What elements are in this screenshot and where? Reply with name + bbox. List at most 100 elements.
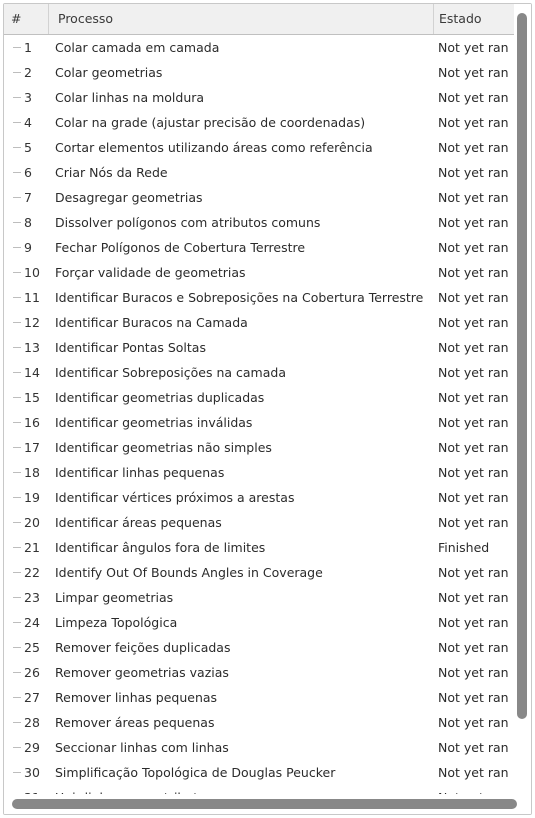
- table-row[interactable]: 22 Identify Out Of Bounds Angles in Cover…: [4, 560, 514, 585]
- table-row[interactable]: 3 Colar linhas na moldura Not yet ran: [4, 85, 514, 110]
- row-number: 6: [24, 165, 32, 180]
- table-row[interactable]: 4 Colar na grade (ajustar precisão de coo…: [4, 110, 514, 135]
- table-row[interactable]: 30 Simplificação Topológica de Douglas Pe…: [4, 760, 514, 785]
- table-row[interactable]: 9 Fechar Polígonos de Cobertura Terrestre…: [4, 235, 514, 260]
- row-process-name: Identificar geometrias inválidas: [55, 415, 253, 430]
- tree-branch-line: [13, 597, 21, 598]
- process-tree-view[interactable]: # Processo Estado 1 Colar camada em camad…: [4, 4, 531, 814]
- row-status: Not yet ran: [438, 440, 509, 455]
- table-row[interactable]: 16 Identificar geometrias inválidas Not ye…: [4, 410, 514, 435]
- table-row[interactable]: 12 Identificar Buracos na Camada Not yet r…: [4, 310, 514, 335]
- tree-branch-line: [13, 147, 21, 148]
- row-process-name: Desagregar geometrias: [55, 190, 203, 205]
- table-row[interactable]: 26 Remover geometrias vazias Not yet ran: [4, 660, 514, 685]
- table-row[interactable]: 14 Identificar Sobreposições na camada Not…: [4, 360, 514, 385]
- row-status: Not yet ran: [438, 215, 509, 230]
- horizontal-scrollbar-thumb[interactable]: [12, 799, 517, 809]
- table-row[interactable]: 27 Remover linhas pequenas Not yet ran: [4, 685, 514, 710]
- row-number: 25: [24, 640, 40, 655]
- horizontal-scrollbar[interactable]: [4, 795, 531, 814]
- tree-branch-line: [13, 697, 21, 698]
- table-row[interactable]: 2 Colar geometrias Not yet ran: [4, 60, 514, 85]
- row-number: 2: [24, 65, 32, 80]
- row-process-name: Identificar linhas pequenas: [55, 465, 225, 480]
- tree-branch-line: [13, 72, 21, 73]
- row-number: 14: [24, 365, 40, 380]
- table-row[interactable]: 15 Identificar geometrias duplicadas Not y…: [4, 385, 514, 410]
- tree-branch-line: [13, 322, 21, 323]
- row-status: Not yet ran: [438, 640, 509, 655]
- table-row[interactable]: 29 Seccionar linhas com linhas Not yet ran: [4, 735, 514, 760]
- table-row[interactable]: 13 Identificar Pontas Soltas Not yet ran: [4, 335, 514, 360]
- row-number: 17: [24, 440, 40, 455]
- row-number: 24: [24, 615, 40, 630]
- vertical-scrollbar[interactable]: [514, 4, 531, 814]
- row-process-name: Cortar elementos utilizando áreas como r…: [55, 140, 373, 155]
- row-status: Not yet ran: [438, 715, 509, 730]
- table-row[interactable]: 18 Identificar linhas pequenas Not yet ran: [4, 460, 514, 485]
- table-row[interactable]: 1 Colar camada em camada Not yet ran: [4, 35, 514, 60]
- table-row[interactable]: 28 Remover áreas pequenas Not yet ran: [4, 710, 514, 735]
- row-status: Not yet ran: [438, 515, 509, 530]
- table-row[interactable]: 17 Identificar geometrias não simples Not …: [4, 435, 514, 460]
- row-number: 23: [24, 590, 40, 605]
- table-row[interactable]: 8 Dissolver polígonos com atributos comun…: [4, 210, 514, 235]
- table-row[interactable]: 23 Limpar geometrias Not yet ran: [4, 585, 514, 610]
- row-status: Not yet ran: [438, 740, 509, 755]
- tree-branch-line: [13, 372, 21, 373]
- row-number: 9: [24, 240, 32, 255]
- tree-branch-line: [13, 397, 21, 398]
- row-number: 21: [24, 540, 40, 555]
- row-status: Not yet ran: [438, 665, 509, 680]
- table-row[interactable]: 10 Forçar validade de geometrias Not yet r…: [4, 260, 514, 285]
- tree-branch-line: [13, 422, 21, 423]
- row-process-name: Colar geometrias: [55, 65, 163, 80]
- table-body: 1 Colar camada em camada Not yet ran 2 Colar…: [4, 35, 531, 814]
- row-process-name: Remover áreas pequenas: [55, 715, 215, 730]
- table-row[interactable]: 20 Identificar áreas pequenas Not yet ran: [4, 510, 514, 535]
- row-status: Not yet ran: [438, 390, 509, 405]
- table-row[interactable]: 6 Criar Nós da Rede Not yet ran: [4, 160, 514, 185]
- row-process-name: Identificar ângulos fora de limites: [55, 540, 266, 555]
- table-row[interactable]: 19 Identificar vértices próximos a aresta…: [4, 485, 514, 510]
- tree-branch-line: [13, 222, 21, 223]
- row-process-name: Criar Nós da Rede: [55, 165, 168, 180]
- row-process-name: Identificar Sobreposições na camada: [55, 365, 286, 380]
- row-number: 10: [24, 265, 40, 280]
- table-row[interactable]: 5 Cortar elementos utilizando áreas como …: [4, 135, 514, 160]
- table-row[interactable]: 7 Desagregar geometrias Not yet ran: [4, 185, 514, 210]
- row-number: 15: [24, 390, 40, 405]
- row-status: Not yet ran: [438, 415, 509, 430]
- tree-branch-line: [13, 772, 21, 773]
- table-row[interactable]: 25 Remover feições duplicadas Not yet ran: [4, 635, 514, 660]
- row-number: 29: [24, 740, 40, 755]
- column-header-number[interactable]: #: [4, 4, 49, 34]
- table-row[interactable]: 11 Identificar Buracos e Sobreposições na…: [4, 285, 514, 310]
- row-status: Not yet ran: [438, 265, 509, 280]
- row-status: Not yet ran: [438, 40, 509, 55]
- row-process-name: Colar camada em camada: [55, 40, 220, 55]
- tree-branch-line: [13, 497, 21, 498]
- vertical-scrollbar-thumb[interactable]: [517, 13, 527, 719]
- table-row[interactable]: 21 Identificar ângulos fora de limites Fin…: [4, 535, 514, 560]
- tree-branch-line: [13, 747, 21, 748]
- row-status: Not yet ran: [438, 765, 509, 780]
- row-status: Not yet ran: [438, 190, 509, 205]
- table-row[interactable]: 24 Limpeza Topológica Not yet ran: [4, 610, 514, 635]
- row-number: 26: [24, 665, 40, 680]
- row-status: Not yet ran: [438, 690, 509, 705]
- tree-branch-line: [13, 172, 21, 173]
- column-header-processo[interactable]: Processo: [49, 4, 434, 34]
- row-number: 19: [24, 490, 40, 505]
- column-header-estado[interactable]: Estado: [434, 4, 514, 34]
- row-number: 28: [24, 715, 40, 730]
- row-status: Not yet ran: [438, 65, 509, 80]
- row-number: 16: [24, 415, 40, 430]
- row-status: Not yet ran: [438, 140, 509, 155]
- row-process-name: Remover feições duplicadas: [55, 640, 231, 655]
- row-number: 5: [24, 140, 32, 155]
- tree-branch-line: [13, 347, 21, 348]
- tree-branch-line: [13, 272, 21, 273]
- tree-branch-line: [13, 672, 21, 673]
- row-process-name: Identificar geometrias duplicadas: [55, 390, 265, 405]
